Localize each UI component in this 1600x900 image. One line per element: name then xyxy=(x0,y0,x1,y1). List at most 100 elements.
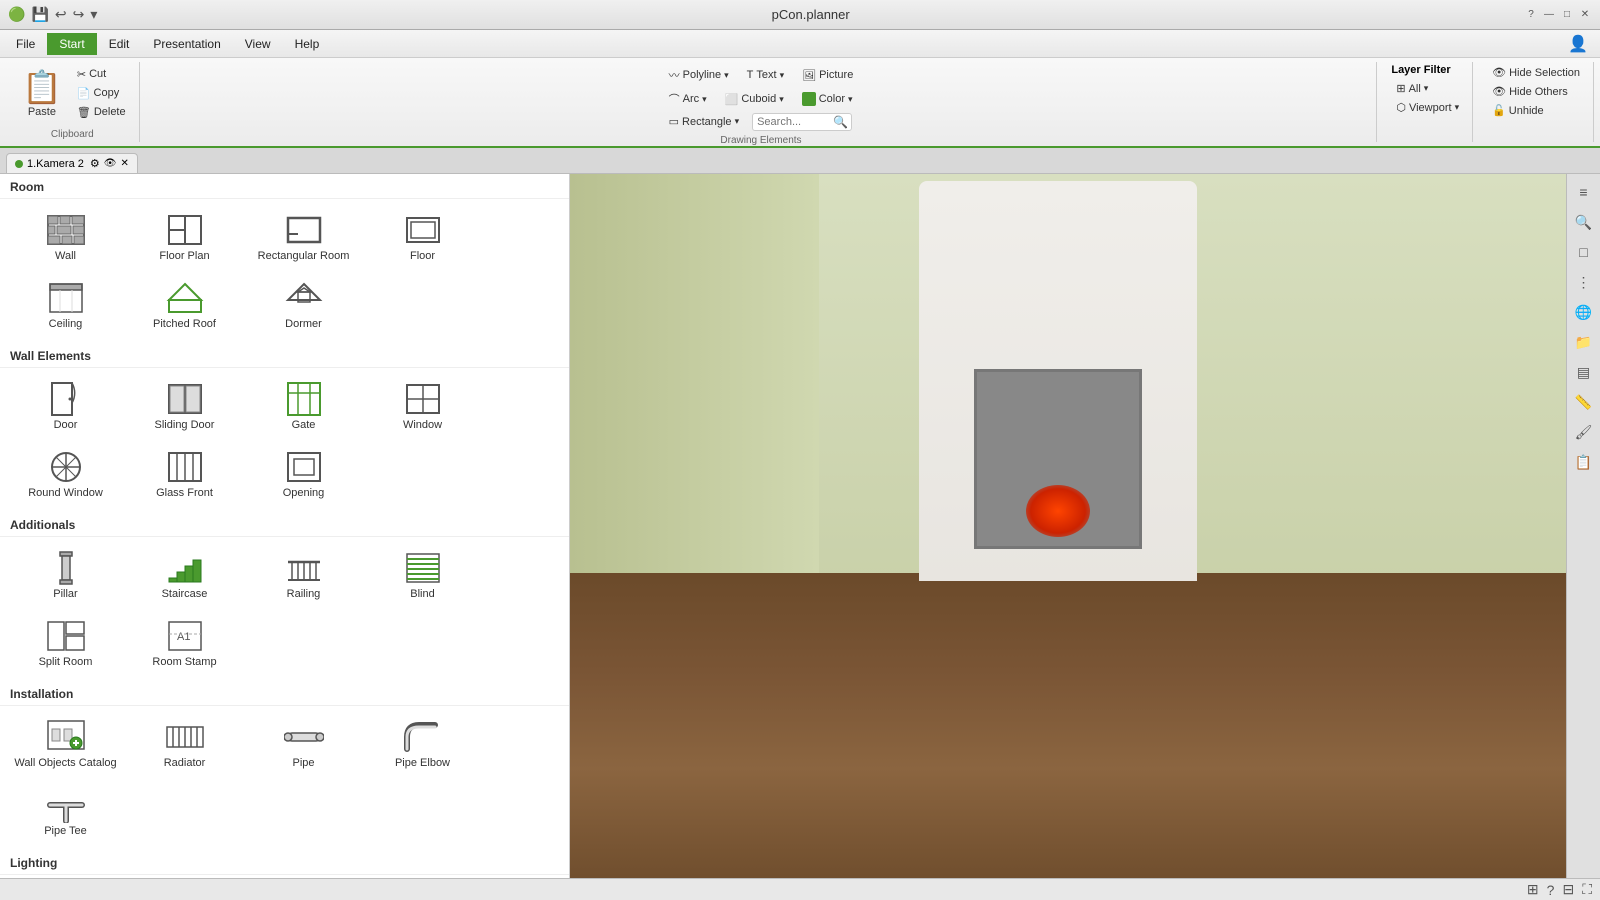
search-icon[interactable]: 🔍 xyxy=(833,115,848,129)
staircase-label: Staircase xyxy=(162,588,208,600)
hide-others-button[interactable]: 👁 Hide Others xyxy=(1487,83,1585,100)
sidebar-search-icon[interactable]: 🔍 xyxy=(1570,208,1598,236)
wall-elements-section-header: Wall Elements xyxy=(0,343,569,368)
staircase-item[interactable]: Staircase xyxy=(127,543,242,607)
pipe-tee-item[interactable]: Pipe Tee xyxy=(8,780,123,844)
sidebar-stack-icon[interactable]: ▤ xyxy=(1570,358,1598,386)
unhide-button[interactable]: 🔓 Unhide xyxy=(1487,102,1585,119)
rectangular-room-item[interactable]: Rectangular Room xyxy=(246,205,361,269)
tabbar: 1.Kamera 2 ⚙ 👁 ✕ xyxy=(0,148,1600,174)
layout-icon[interactable]: ⊟ xyxy=(1562,881,1574,898)
delete-button[interactable]: 🗑 Delete xyxy=(72,104,131,121)
minimize-icon[interactable]: — xyxy=(1542,8,1556,22)
close-icon[interactable]: ✕ xyxy=(1578,8,1592,22)
opening-item[interactable]: Opening xyxy=(246,442,361,506)
glass-front-label: Glass Front xyxy=(156,487,213,499)
drawing-elements-label: Drawing Elements xyxy=(720,133,801,146)
radiator-item[interactable]: Radiator xyxy=(127,712,242,776)
delete-icon: 🗑 xyxy=(77,106,91,119)
help-win-icon[interactable]: ? xyxy=(1524,8,1538,22)
menu-presentation[interactable]: Presentation xyxy=(141,33,232,55)
floor-icon xyxy=(403,212,443,248)
sidebar-properties-icon[interactable]: ⋮ xyxy=(1570,268,1598,296)
room-panel: Room Wall xyxy=(0,174,570,900)
rectangular-room-icon xyxy=(284,212,324,248)
glass-front-item[interactable]: Glass Front xyxy=(127,442,242,506)
maximize-icon[interactable]: □ xyxy=(1560,8,1574,22)
cut-button[interactable]: ✂ Cut xyxy=(72,66,131,83)
redo-icon[interactable]: ↪ xyxy=(73,6,85,23)
hide-selection-button[interactable]: 👁 Hide Selection xyxy=(1487,64,1585,81)
paste-button[interactable]: 📋 Paste xyxy=(14,64,70,122)
text-icon: T xyxy=(747,69,754,81)
arc-button[interactable]: ⌒ Arc ▾ xyxy=(662,88,714,110)
help-status-icon[interactable]: ? xyxy=(1547,882,1555,898)
fullscreen-icon[interactable]: ⛶ xyxy=(1582,881,1592,898)
pillar-item[interactable]: Pillar xyxy=(8,543,123,607)
pipe-icon xyxy=(284,719,324,755)
polyline-button[interactable]: 〰 Polyline ▾ xyxy=(662,64,736,86)
grid-icon[interactable]: ⊞ xyxy=(1527,881,1539,898)
floor-item[interactable]: Floor xyxy=(365,205,480,269)
viewport[interactable] xyxy=(570,174,1566,900)
wall-item[interactable]: Wall xyxy=(8,205,123,269)
ceiling-item[interactable]: Ceiling xyxy=(8,273,123,337)
gate-item[interactable]: Gate xyxy=(246,374,361,438)
menu-help[interactable]: Help xyxy=(283,33,332,55)
viewport-button[interactable]: ⬡ Viewport ▾ xyxy=(1391,99,1464,116)
sidebar-measure-icon[interactable]: 📏 xyxy=(1570,388,1598,416)
cut-icon: ✂ xyxy=(77,68,86,81)
sidebar-paint-icon[interactable]: 🖌 xyxy=(1570,418,1598,446)
menu-view[interactable]: View xyxy=(233,33,283,55)
camera-tab[interactable]: 1.Kamera 2 ⚙ 👁 ✕ xyxy=(6,153,138,173)
window-icon xyxy=(403,381,443,417)
picture-button[interactable]: 🖼 Picture xyxy=(795,66,860,85)
menu-edit[interactable]: Edit xyxy=(97,33,142,55)
copy-button[interactable]: 📄 Copy xyxy=(72,85,131,102)
menu-start[interactable]: Start xyxy=(47,33,96,55)
blind-item[interactable]: Blind xyxy=(365,543,480,607)
room-stamp-item[interactable]: A1 Room Stamp xyxy=(127,611,242,675)
floor-plan-item[interactable]: Floor Plan xyxy=(127,205,242,269)
wall-objects-catalog-item[interactable]: Wall Objects Catalog xyxy=(8,712,123,776)
sidebar-catalog-icon[interactable]: 📋 xyxy=(1570,448,1598,476)
save-icon[interactable]: 💾 xyxy=(31,6,48,23)
wall-elements-items-grid: Door Sliding Door Gate xyxy=(0,368,569,512)
more-icon[interactable]: ▾ xyxy=(90,6,97,23)
round-window-item[interactable]: Round Window xyxy=(8,442,123,506)
rectangle-button[interactable]: ▭ Rectangle ▾ xyxy=(662,112,746,131)
scene-floor xyxy=(570,573,1566,900)
camera-settings-icon[interactable]: ⚙ xyxy=(90,157,100,170)
dormer-icon xyxy=(284,280,324,316)
opening-label: Opening xyxy=(283,487,325,499)
sidebar-folder-icon[interactable]: 📁 xyxy=(1570,328,1598,356)
sliding-door-item[interactable]: Sliding Door xyxy=(127,374,242,438)
pipe-tee-icon xyxy=(46,787,86,823)
text-button[interactable]: T Text ▾ xyxy=(740,66,791,84)
pipe-label: Pipe xyxy=(292,757,314,769)
all-layers-button[interactable]: ⊞ All ▾ xyxy=(1391,80,1464,97)
scene-container xyxy=(570,174,1566,900)
sidebar-globe-icon[interactable]: 🌐 xyxy=(1570,298,1598,326)
dormer-item[interactable]: Dormer xyxy=(246,273,361,337)
sidebar-object-icon[interactable]: □ xyxy=(1570,238,1598,266)
undo-icon[interactable]: ↩ xyxy=(55,6,67,23)
pitched-roof-label: Pitched Roof xyxy=(153,318,216,330)
user-icon[interactable]: 👤 xyxy=(1568,34,1588,54)
camera-visibility-icon[interactable]: 👁 xyxy=(104,158,117,169)
camera-close-icon[interactable]: ✕ xyxy=(120,158,128,169)
split-room-item[interactable]: Split Room xyxy=(8,611,123,675)
sidebar-layers-icon[interactable]: ≡ xyxy=(1570,178,1598,206)
pipe-item[interactable]: Pipe xyxy=(246,712,361,776)
pipe-elbow-item[interactable]: Pipe Elbow xyxy=(365,712,480,776)
app-title: pCon.planner xyxy=(97,7,1524,22)
pitched-roof-item[interactable]: Pitched Roof xyxy=(127,273,242,337)
additionals-section-header: Additionals xyxy=(0,512,569,537)
window-item[interactable]: Window xyxy=(365,374,480,438)
cuboid-button[interactable]: ⬜ Cuboid ▾ xyxy=(718,90,791,109)
door-item[interactable]: Door xyxy=(8,374,123,438)
railing-item[interactable]: Railing xyxy=(246,543,361,607)
color-button[interactable]: Color ▾ xyxy=(795,89,860,109)
menu-file[interactable]: File xyxy=(4,33,47,55)
split-room-icon xyxy=(46,618,86,654)
